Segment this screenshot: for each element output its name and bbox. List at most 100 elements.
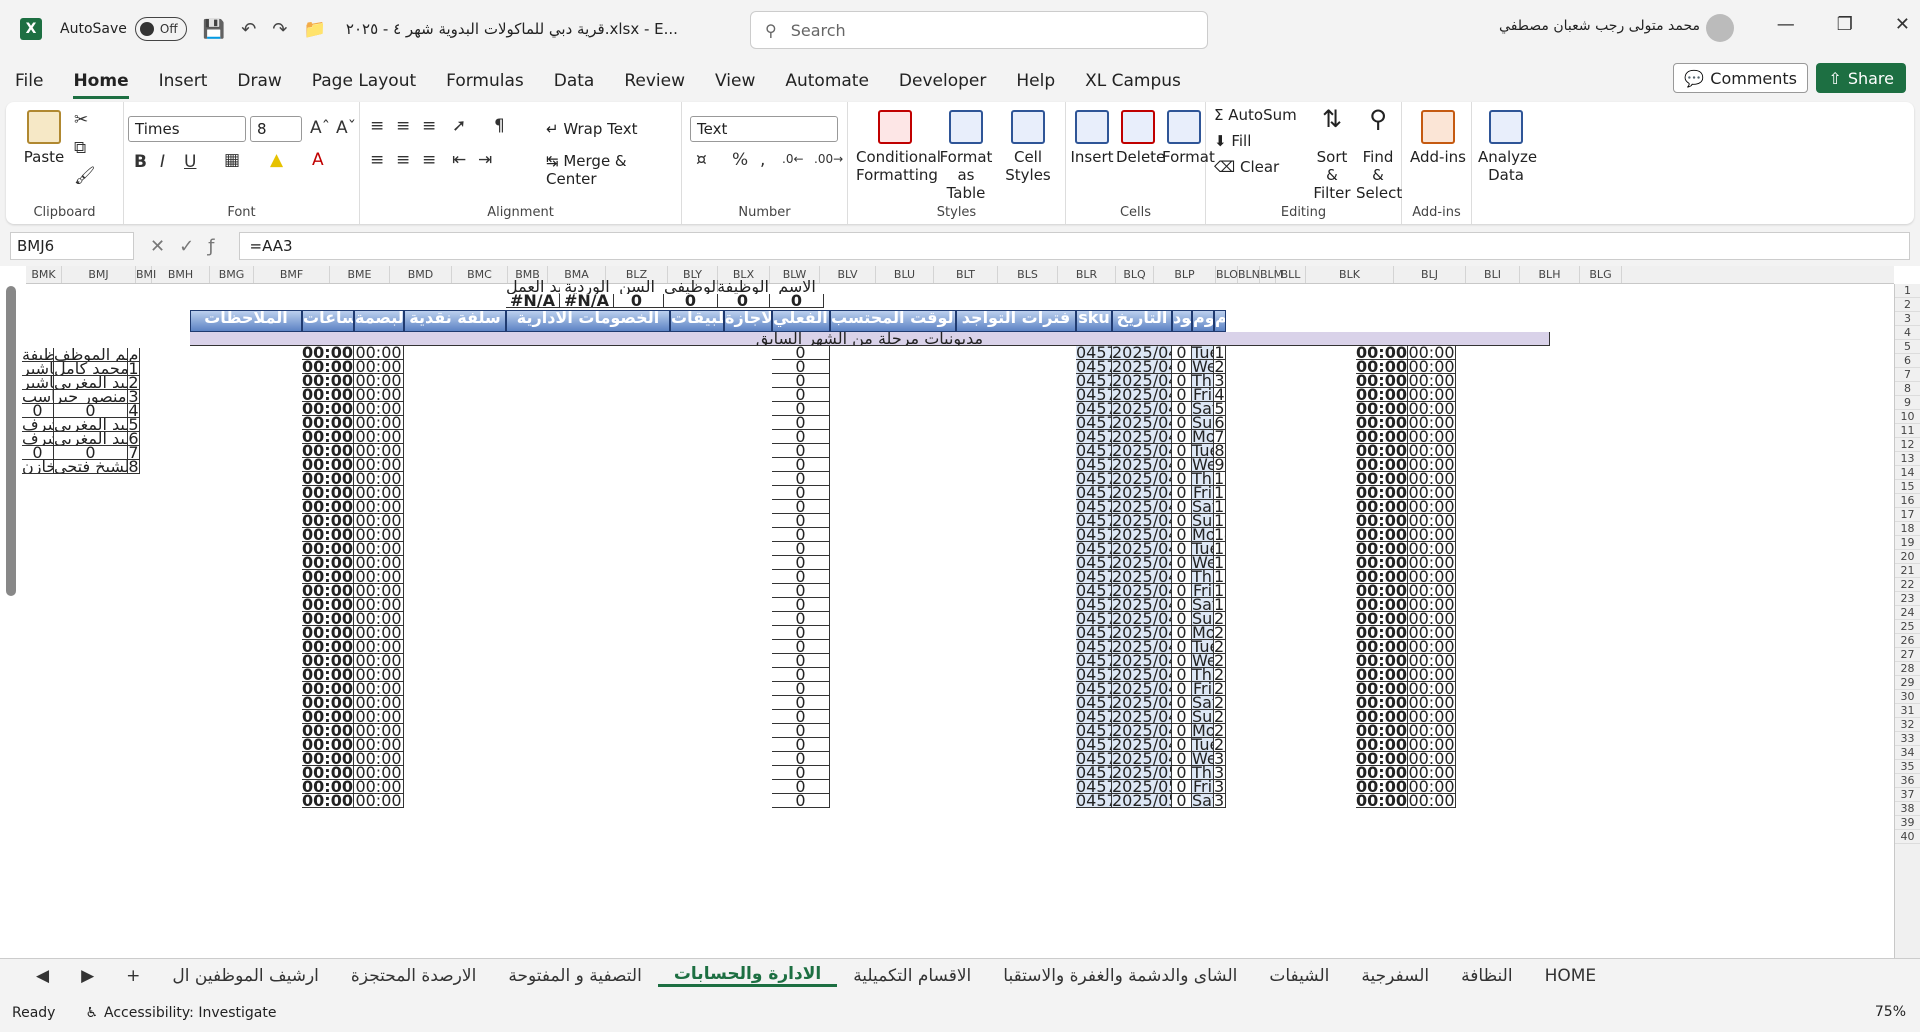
day-cell[interactable]: Wed — [1192, 752, 1214, 766]
percent-icon[interactable]: % — [732, 150, 748, 170]
code-cell[interactable]: 0 — [1172, 682, 1192, 696]
attendance-cell[interactable]: 0 — [772, 402, 830, 416]
conditional-formatting-button[interactable]: Conditional Formatting — [856, 110, 941, 184]
time-cell[interactable]: 00:00 — [302, 780, 354, 794]
hours-cell-right[interactable]: 00:00 — [1408, 696, 1456, 710]
date-cell[interactable]: 2025/04/05 — [1112, 402, 1172, 416]
date-cell[interactable]: 2025/04/26 — [1112, 696, 1172, 710]
day-cell[interactable]: Wed — [1192, 458, 1214, 472]
day-cell[interactable]: Wed — [1192, 556, 1214, 570]
font-color-icon[interactable]: A — [312, 150, 324, 170]
code-cell[interactable]: 0 — [1172, 458, 1192, 472]
attendance-cell[interactable]: 0 — [772, 458, 830, 472]
date-cell[interactable]: 2025/04/29 — [1112, 738, 1172, 752]
day-cell[interactable]: Sat — [1192, 500, 1214, 514]
time-cell[interactable]: 00:00 — [302, 612, 354, 626]
sku-cell[interactable]: 045753 — [1076, 416, 1112, 430]
shrink-font-icon[interactable]: Aˇ — [336, 118, 356, 138]
row-header[interactable]: 29 — [1895, 676, 1920, 690]
hours-cell[interactable]: 00:00 — [354, 458, 404, 472]
sku-cell[interactable]: 045771 — [1076, 668, 1112, 682]
attendance-cell[interactable]: 0 — [772, 472, 830, 486]
time-cell[interactable]: 00:00 — [302, 388, 354, 402]
time-cell-right[interactable]: 00:00 — [1356, 682, 1408, 696]
date-cell[interactable]: 2025/04/15 — [1112, 542, 1172, 556]
sku-cell[interactable]: 045777 — [1076, 752, 1112, 766]
time-cell[interactable]: 00:00 — [302, 682, 354, 696]
day-cell[interactable]: Sat — [1192, 402, 1214, 416]
date-cell[interactable]: 2025/04/03 — [1112, 374, 1172, 388]
time-cell-right[interactable]: 00:00 — [1356, 654, 1408, 668]
paste-button[interactable]: Paste — [22, 110, 66, 166]
column-header[interactable]: BMC — [452, 266, 508, 283]
time-cell[interactable]: 00:00 — [302, 346, 354, 360]
date-cell[interactable]: 2025/04/09 — [1112, 458, 1172, 472]
index-cell[interactable]: 14 — [1214, 528, 1226, 542]
column-header[interactable]: BLI — [1466, 266, 1520, 283]
table-header[interactable]: الخصومات الادارية — [506, 310, 670, 332]
index-cell[interactable]: 5 — [1214, 402, 1226, 416]
time-cell[interactable]: 00:00 — [302, 430, 354, 444]
code-cell[interactable]: 0 — [1172, 612, 1192, 626]
hours-cell-right[interactable]: 00:00 — [1408, 374, 1456, 388]
code-cell[interactable]: 0 — [1172, 402, 1192, 416]
attendance-cell[interactable]: 0 — [772, 668, 830, 682]
clear-button[interactable]: ⌫ Clear — [1214, 158, 1279, 176]
index-cell[interactable]: 7 — [1214, 430, 1226, 444]
row-header[interactable]: 24 — [1895, 606, 1920, 620]
day-cell[interactable]: Mon — [1192, 724, 1214, 738]
column-header[interactable]: BMH — [152, 266, 210, 283]
time-cell[interactable]: 00:00 — [302, 374, 354, 388]
list-item[interactable]: كاشير — [22, 376, 54, 390]
attendance-cell[interactable]: 0 — [772, 444, 830, 458]
attendance-cell[interactable]: 0 — [772, 696, 830, 710]
date-cell[interactable]: 2025/04/20 — [1112, 612, 1172, 626]
date-cell[interactable]: 2025/04/01 — [1112, 346, 1172, 360]
header-label[interactable]: الوظيفة — [716, 280, 770, 294]
hours-cell-right[interactable]: 00:00 — [1408, 612, 1456, 626]
date-cell[interactable]: 2025/05/02 — [1112, 780, 1172, 794]
sku-cell[interactable]: 045751 — [1076, 388, 1112, 402]
share-button[interactable]: ⇧ Share — [1816, 63, 1906, 93]
bold-icon[interactable]: B — [134, 152, 147, 172]
time-cell[interactable]: 00:00 — [302, 500, 354, 514]
list-item[interactable]: 8 — [128, 460, 140, 474]
day-cell[interactable]: Sun — [1192, 416, 1214, 430]
tab-next-icon[interactable]: ▶ — [65, 966, 110, 986]
column-header[interactable]: BLT — [934, 266, 998, 283]
attendance-cell[interactable]: 0 — [772, 542, 830, 556]
tab-home[interactable]: HOME — [1529, 966, 1613, 986]
hours-cell[interactable]: 00:00 — [354, 514, 404, 528]
code-cell[interactable]: 0 — [1172, 570, 1192, 584]
time-cell[interactable]: 00:00 — [302, 360, 354, 374]
table-header[interactable]: الاجازة — [724, 310, 772, 332]
hours-cell[interactable]: 00:00 — [354, 444, 404, 458]
time-cell[interactable]: 00:00 — [302, 794, 354, 808]
copy-icon[interactable]: ⧉ — [74, 138, 86, 158]
time-cell-right[interactable]: 00:00 — [1356, 458, 1408, 472]
day-cell[interactable]: Fri — [1192, 584, 1214, 598]
row-header[interactable]: 8 — [1895, 382, 1920, 396]
autosave-toggle[interactable]: Off — [134, 17, 187, 41]
hours-cell-right[interactable]: 00:00 — [1408, 598, 1456, 612]
currency-icon[interactable]: ¤ — [696, 150, 707, 170]
column-header[interactable]: BLU — [876, 266, 934, 283]
merge-center-button[interactable]: ↹ Merge & Center — [546, 152, 681, 188]
time-cell[interactable]: 00:00 — [302, 752, 354, 766]
column-header[interactable]: BLJ — [1394, 266, 1466, 283]
sku-cell[interactable]: 045773 — [1076, 696, 1112, 710]
hours-cell[interactable]: 00:00 — [354, 388, 404, 402]
hours-cell-right[interactable]: 00:00 — [1408, 444, 1456, 458]
sku-cell[interactable]: 045759 — [1076, 500, 1112, 514]
day-cell[interactable]: Sat — [1192, 598, 1214, 612]
hours-cell[interactable]: 00:00 — [354, 528, 404, 542]
index-cell[interactable]: 12 — [1214, 500, 1226, 514]
index-cell[interactable]: 17 — [1214, 570, 1226, 584]
increase-indent-icon[interactable]: ⇥ — [478, 150, 492, 170]
hours-cell-right[interactable]: 00:00 — [1408, 556, 1456, 570]
table-header[interactable]: ساعات البصمة — [354, 310, 404, 332]
list-item[interactable]: 0 — [54, 446, 128, 460]
fill-color-icon[interactable]: ▲ — [270, 150, 283, 170]
menu-automate[interactable]: Automate — [770, 71, 884, 91]
code-cell[interactable]: 0 — [1172, 640, 1192, 654]
